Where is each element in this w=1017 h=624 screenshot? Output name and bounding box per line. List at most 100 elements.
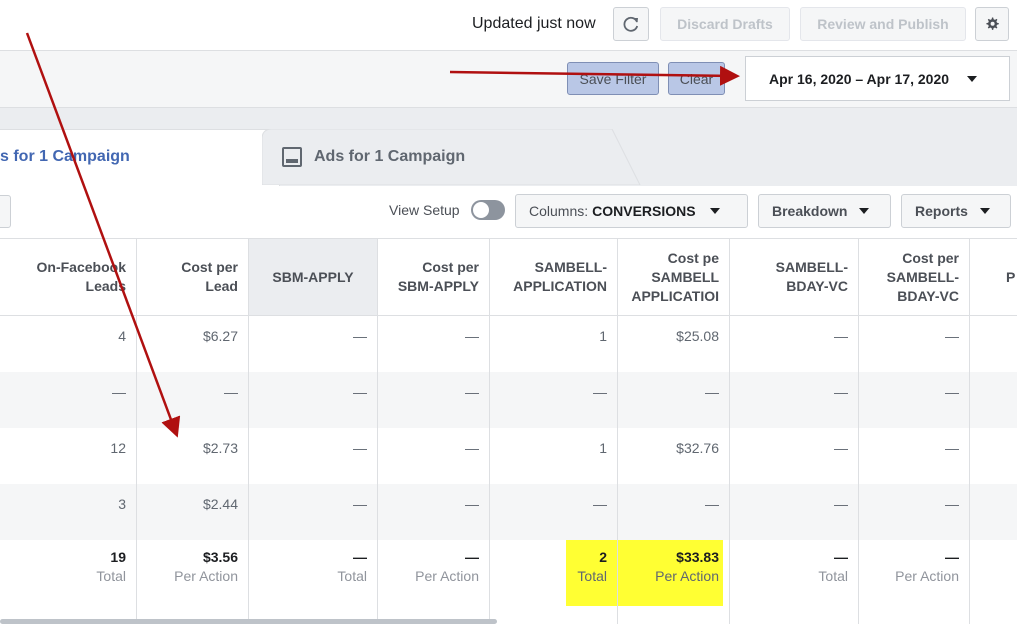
table-cell: — [490,372,618,428]
view-setup-label: View Setup [389,202,460,218]
total-label: Total [577,568,607,584]
columns-value: CONVERSIONS [592,203,696,219]
table-cell: — [378,316,490,372]
total-value: — [945,549,959,565]
total-cell: — Per Action [378,540,490,624]
total-value: 2 [599,549,607,565]
refresh-icon [623,16,639,32]
ads-icon [282,147,302,167]
total-value: — [834,549,848,565]
breakdown-dropdown[interactable]: Breakdown [758,194,891,228]
table-cell: — [730,316,859,372]
table-cell: — [378,428,490,484]
table-cell: — [859,316,970,372]
table-row: 3 $2.44 — — — — — — [0,484,1017,540]
clear-filter-button[interactable]: Clear [668,62,725,95]
table-cell: — [490,484,618,540]
total-value: $3.56 [202,549,238,565]
column-header[interactable]: Cost per SBM-APPLY [378,239,490,316]
total-value: — [465,549,479,565]
view-setup-toggle[interactable] [471,200,505,220]
left-toolbar-button[interactable] [0,195,11,228]
chevron-down-icon [967,75,978,82]
total-cell: — Total [730,540,859,624]
total-value: 19 [110,549,126,565]
total-value: $33.83 [676,549,719,565]
column-header[interactable]: SBM-APPLY [249,239,378,316]
toggle-knob [473,202,489,218]
table-cell: 1 [490,316,618,372]
review-publish-button[interactable]: Review and Publish [800,7,966,41]
table-cell: 3 [0,484,137,540]
total-cell: $33.83 Per Action [618,540,730,624]
column-header[interactable]: P [970,239,1017,316]
table-cell: — [618,484,730,540]
date-range-label: Apr 16, 2020 – Apr 17, 2020 [769,70,950,87]
column-header[interactable]: Cost per Lead [137,239,249,316]
table-cell: — [730,428,859,484]
reports-label: Reports [915,203,968,219]
table-row: — — — — — — — — [0,372,1017,428]
table-cell: — [249,428,378,484]
columns-dropdown[interactable]: Columns: CONVERSIONS [515,194,748,228]
table-cell: 4 [0,316,137,372]
column-header[interactable]: On-Facebook Leads [0,239,137,316]
total-cell: — Per Action [859,540,970,624]
total-label: Per Action [655,568,719,584]
table-row: 12 $2.73 — — 1 $32.76 — — [0,428,1017,484]
column-header[interactable]: SAMBELL- APPLICATION [490,239,618,316]
total-cell: $3.56 Per Action [137,540,249,624]
table-cell: — [730,484,859,540]
table-cell: — [249,484,378,540]
table-cell: — [0,372,137,428]
table-cell: $32.76 [618,428,730,484]
table-cell: — [618,372,730,428]
table-cell: $6.27 [137,316,249,372]
chevron-down-icon [859,208,870,214]
total-cell: — Total [249,540,378,624]
total-label: Per Action [174,568,238,584]
refresh-button[interactable] [613,7,649,41]
total-label: Per Action [415,568,479,584]
column-header[interactable]: Cost per SAMBELL- BDAY-VC [859,239,970,316]
table-cell: — [378,372,490,428]
updated-status: Updated just now [472,15,596,32]
column-header[interactable]: SAMBELL- BDAY-VC [730,239,859,316]
table-cell: — [730,372,859,428]
table-cell: 1 [490,428,618,484]
table-cell: — [378,484,490,540]
settings-button[interactable] [975,7,1009,41]
results-table: On-Facebook Leads Cost per Lead SBM-APPL… [0,239,1017,624]
total-label: Total [337,568,367,584]
tab-ad-sets-label: s for 1 Campaign [0,148,130,165]
breakdown-label: Breakdown [772,203,848,219]
total-cell: 19 Total [0,540,137,624]
table-cell: 12 [0,428,137,484]
column-header[interactable]: Cost pe SAMBELL APPLICATIOI [618,239,730,316]
total-label: Total [96,568,126,584]
discard-drafts-button[interactable]: Discard Drafts [660,7,790,41]
table-row: 4 $6.27 — — 1 $25.08 — — [0,316,1017,372]
tab-ads-label: Ads for 1 Campaign [314,148,466,165]
table-cell: $2.44 [137,484,249,540]
table-cell: — [249,316,378,372]
reports-dropdown[interactable]: Reports [901,194,1011,228]
horizontal-scrollbar[interactable] [0,619,497,624]
table-cell: — [859,484,970,540]
table-cell: — [249,372,378,428]
columns-prefix: Columns: [529,203,589,219]
date-range-picker[interactable]: Apr 16, 2020 – Apr 17, 2020 [745,56,1010,101]
totals-row: 19 Total $3.56 Per Action — Total — Per Acti… [0,540,1017,624]
table-cell: — [859,372,970,428]
table-cell: $2.73 [137,428,249,484]
total-cell: 2 Total [490,540,618,624]
total-label: Per Action [895,568,959,584]
gear-icon [986,17,999,30]
total-value: — [353,549,367,565]
chevron-down-icon [979,208,990,214]
save-filter-button[interactable]: Save Filter [567,62,659,95]
table-cell: $25.08 [618,316,730,372]
table-cell: — [137,372,249,428]
chevron-down-icon [709,208,720,214]
total-label: Total [818,568,848,584]
